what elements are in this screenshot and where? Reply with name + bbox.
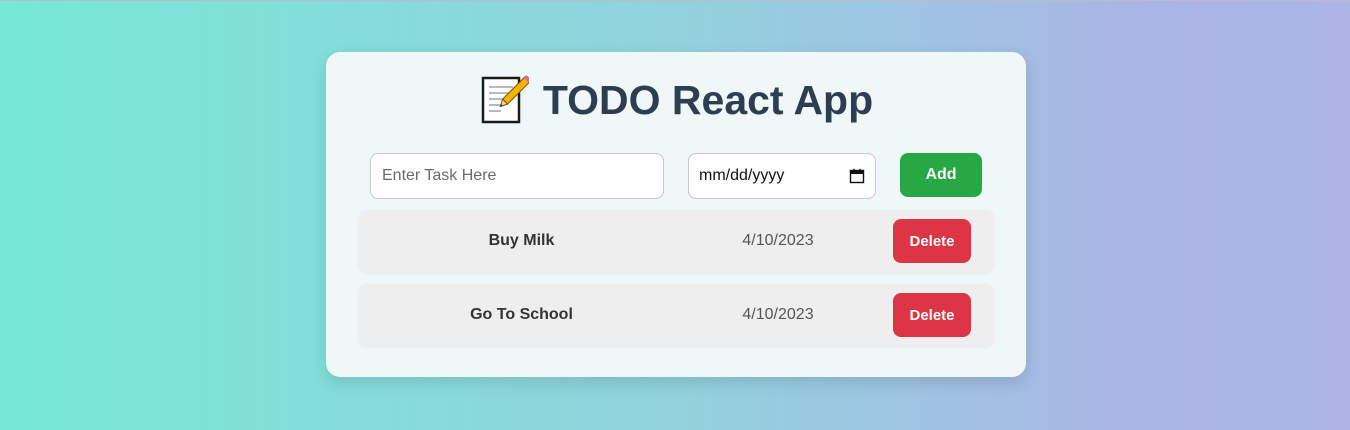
date-input-text: mm/dd/yyyy xyxy=(699,167,785,184)
todo-card: TODO React App mm/dd/yyyy Add Buy Milk 4… xyxy=(326,52,1026,377)
todo-row: Go To School 4/10/2023 Delete xyxy=(359,284,994,346)
date-input[interactable]: mm/dd/yyyy xyxy=(688,153,876,199)
add-button[interactable]: Add xyxy=(900,153,982,197)
todo-name: Go To School xyxy=(470,306,573,323)
task-input[interactable] xyxy=(370,153,664,199)
todo-date: 4/10/2023 xyxy=(742,232,814,249)
page-title: TODO React App xyxy=(326,74,1026,128)
todo-date: 4/10/2023 xyxy=(742,306,814,323)
todo-row: Buy Milk 4/10/2023 Delete xyxy=(359,210,994,272)
page-title-text: TODO React App xyxy=(542,77,874,123)
delete-button[interactable]: Delete xyxy=(893,293,971,337)
delete-button[interactable]: Delete xyxy=(893,219,971,263)
todo-name: Buy Milk xyxy=(488,232,555,249)
memo-icon xyxy=(479,75,532,125)
calendar-icon[interactable] xyxy=(849,168,865,184)
